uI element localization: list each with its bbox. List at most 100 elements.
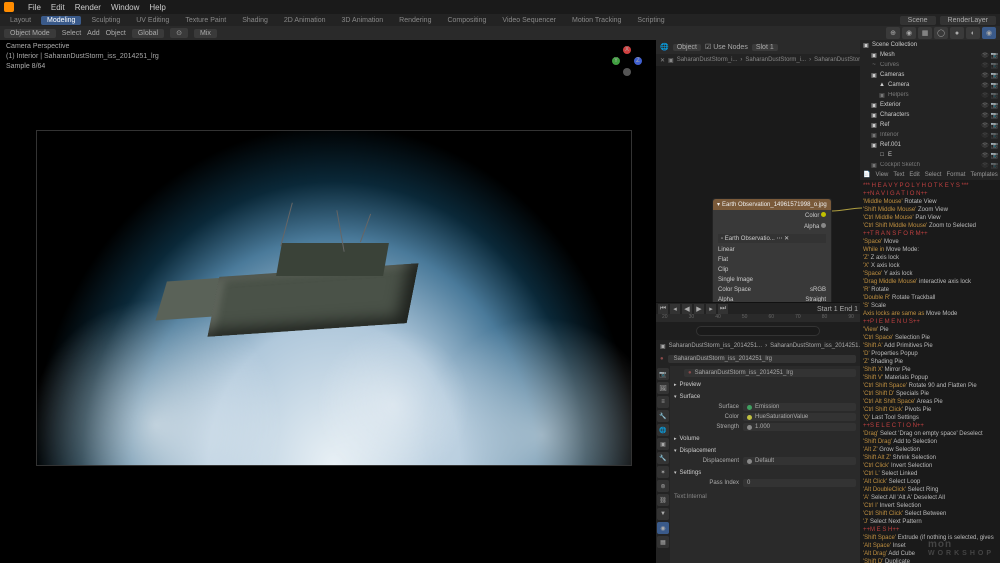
tab-modifier-icon[interactable]: 🔧	[657, 452, 669, 464]
shading-wire-icon[interactable]: ◯	[934, 27, 948, 39]
nav-gizmo[interactable]: X Y Z	[612, 46, 642, 76]
node-editor[interactable]: ▾ Earth Observation_14961571998_o.jpg Co…	[656, 66, 860, 302]
tab-motion-tracking[interactable]: Motion Tracking	[566, 16, 627, 25]
viewport-3d[interactable]: Camera Perspective (1) Interior | Sahara…	[0, 40, 656, 563]
pass-index-field[interactable]: 0	[743, 479, 856, 487]
tab-compositing[interactable]: Compositing	[441, 16, 492, 25]
tab-shading[interactable]: Shading	[236, 16, 274, 25]
timeline-track[interactable]: 20 30 40 50 60 70 80 90	[656, 314, 860, 322]
overlay-toggle-icon[interactable]: ◉	[902, 27, 916, 39]
render-output	[36, 130, 632, 466]
section-displacement[interactable]: Displacement	[674, 446, 856, 456]
tab-render-icon[interactable]: 📷	[657, 368, 669, 380]
outliner-item[interactable]: ▣Interior👁 📷	[860, 130, 1000, 140]
menu-window[interactable]: Window	[111, 3, 139, 12]
tab-rendering[interactable]: Rendering	[393, 16, 437, 25]
material-name-field[interactable]: ● SaharanDustStorm_iss_2014251_lrg	[684, 369, 856, 377]
tab-world-icon[interactable]: 🌐	[657, 424, 669, 436]
search-input[interactable]	[696, 326, 820, 336]
tab-2d-animation[interactable]: 2D Animation	[278, 16, 332, 25]
surface-shader-select[interactable]: Emission	[743, 403, 856, 411]
outliner-item[interactable]: ▣Exterior👁 📷	[860, 100, 1000, 110]
object-chip[interactable]: Object	[673, 44, 701, 51]
txtmenu-format[interactable]: Format	[946, 171, 965, 179]
keyframe-prev-icon[interactable]: ◂	[670, 304, 680, 314]
pivot-selector[interactable]: ⊙	[170, 28, 188, 38]
outliner-item[interactable]: ▣Characters👁 📷	[860, 110, 1000, 120]
tab-modeling[interactable]: Modeling	[41, 16, 81, 25]
tab-data-icon[interactable]: ▼	[657, 508, 669, 520]
displacement-select[interactable]: Default	[743, 457, 856, 465]
menu-object[interactable]: Object	[106, 30, 126, 37]
tab-material-icon[interactable]: ◉	[657, 522, 669, 534]
txtmenu-text[interactable]: Text	[893, 171, 904, 179]
gizmo-toggle-icon[interactable]: ⊕	[886, 27, 900, 39]
image-texture-node[interactable]: ▾ Earth Observation_14961571998_o.jpg Co…	[712, 198, 832, 306]
scene-selector[interactable]: Scene	[900, 16, 936, 25]
node-title[interactable]: ▾ Earth Observation_14961571998_o.jpg	[713, 199, 831, 210]
timeline[interactable]: ⏮ ◂ ◀ ▶ ▸ ⏭ Start 1 End 1 20 30 40 50 60…	[656, 302, 860, 322]
menu-help[interactable]: Help	[149, 3, 165, 12]
menu-add[interactable]: Add	[87, 30, 99, 37]
x-icon[interactable]: ✕	[660, 57, 665, 64]
tab-physics-icon[interactable]: ⊚	[657, 480, 669, 492]
outliner-item[interactable]: ▲Camera👁 📷	[860, 80, 1000, 90]
strength-field[interactable]: 1.000	[743, 423, 856, 431]
outliner-item[interactable]: ▣Ref👁 📷	[860, 120, 1000, 130]
tab-scene-icon[interactable]: 🔧	[657, 410, 669, 422]
color-node-select[interactable]: HueSaturationValue	[743, 413, 856, 421]
keyframe-next-icon[interactable]: ▸	[706, 304, 716, 314]
outliner[interactable]: ▣Scene Collection ▣Mesh👁 📷~Curves👁 📷▣Cam…	[860, 40, 1000, 170]
shading-solid-icon[interactable]: ●	[950, 27, 964, 39]
section-preview[interactable]: Preview	[674, 380, 856, 390]
shading-matprev-icon[interactable]: ◐	[966, 27, 980, 39]
layer-selector[interactable]: RenderLayer	[940, 16, 996, 25]
tab-texture-icon[interactable]: ▦	[657, 536, 669, 548]
play-reverse-icon[interactable]: ◀	[682, 304, 692, 314]
outliner-root[interactable]: ▣Scene Collection	[860, 40, 1000, 50]
mode-selector[interactable]: Object Mode	[4, 29, 56, 38]
section-surface[interactable]: Surface	[674, 392, 856, 402]
outliner-item[interactable]: ▣Cameras👁 📷	[860, 70, 1000, 80]
section-settings[interactable]: Settings	[674, 468, 856, 478]
txtmenu-edit[interactable]: Edit	[909, 171, 919, 179]
menu-select[interactable]: Select	[62, 30, 81, 37]
tab-3d-animation[interactable]: 3D Animation	[336, 16, 390, 25]
txtmenu-select[interactable]: Select	[925, 171, 942, 179]
text-editor[interactable]: 📄 View Text Edit Select Format Templates…	[860, 170, 1000, 563]
use-nodes-checkbox[interactable]: ☑ Use Nodes	[705, 43, 748, 51]
menu-file[interactable]: File	[28, 3, 41, 12]
outliner-item[interactable]: ▣Mesh👁 📷	[860, 50, 1000, 60]
material-name[interactable]: SaharanDustStorm_iss_2014251_lrg	[668, 355, 856, 363]
snap-selector[interactable]: Mix	[194, 29, 217, 38]
tab-uv-editing[interactable]: UV Editing	[130, 16, 175, 25]
tab-texture-paint[interactable]: Texture Paint	[179, 16, 232, 25]
outliner-item[interactable]: □E👁 📷	[860, 150, 1000, 160]
slot-selector[interactable]: Slot 1	[752, 44, 778, 51]
jump-end-icon[interactable]: ⏭	[718, 304, 728, 314]
world-icon[interactable]: 🌐	[660, 43, 669, 51]
xray-toggle-icon[interactable]: ▦	[918, 27, 932, 39]
outliner-item[interactable]: ▣Helpers👁 📷	[860, 90, 1000, 100]
outliner-item[interactable]: ▣Cockpit Sketch👁 📷	[860, 160, 1000, 170]
play-icon[interactable]: ▶	[694, 304, 704, 314]
tab-sculpting[interactable]: Sculpting	[85, 16, 126, 25]
section-volume[interactable]: Volume	[674, 434, 856, 444]
txtmenu-view[interactable]: View	[875, 171, 888, 179]
tab-viewlayer-icon[interactable]: ≡	[657, 396, 669, 408]
menu-edit[interactable]: Edit	[51, 3, 65, 12]
jump-start-icon[interactable]: ⏮	[658, 304, 668, 314]
shading-rendered-icon[interactable]: ◉	[982, 27, 996, 39]
txtmenu-templates[interactable]: Templates	[970, 171, 997, 179]
tab-video-sequencer[interactable]: Video Sequencer	[496, 16, 562, 25]
tab-layout[interactable]: Layout	[4, 16, 37, 25]
outliner-item[interactable]: ~Curves👁 📷	[860, 60, 1000, 70]
tab-scripting[interactable]: Scripting	[631, 16, 670, 25]
tab-output-icon[interactable]: 🖼	[657, 382, 669, 394]
tab-particles-icon[interactable]: ✶	[657, 466, 669, 478]
tab-constraints-icon[interactable]: ⛓	[657, 494, 669, 506]
menu-render[interactable]: Render	[75, 3, 101, 12]
tab-object-icon[interactable]: ▣	[657, 438, 669, 450]
orientation-selector[interactable]: Global	[132, 29, 164, 38]
outliner-item[interactable]: ▣Ref.001👁 📷	[860, 140, 1000, 150]
